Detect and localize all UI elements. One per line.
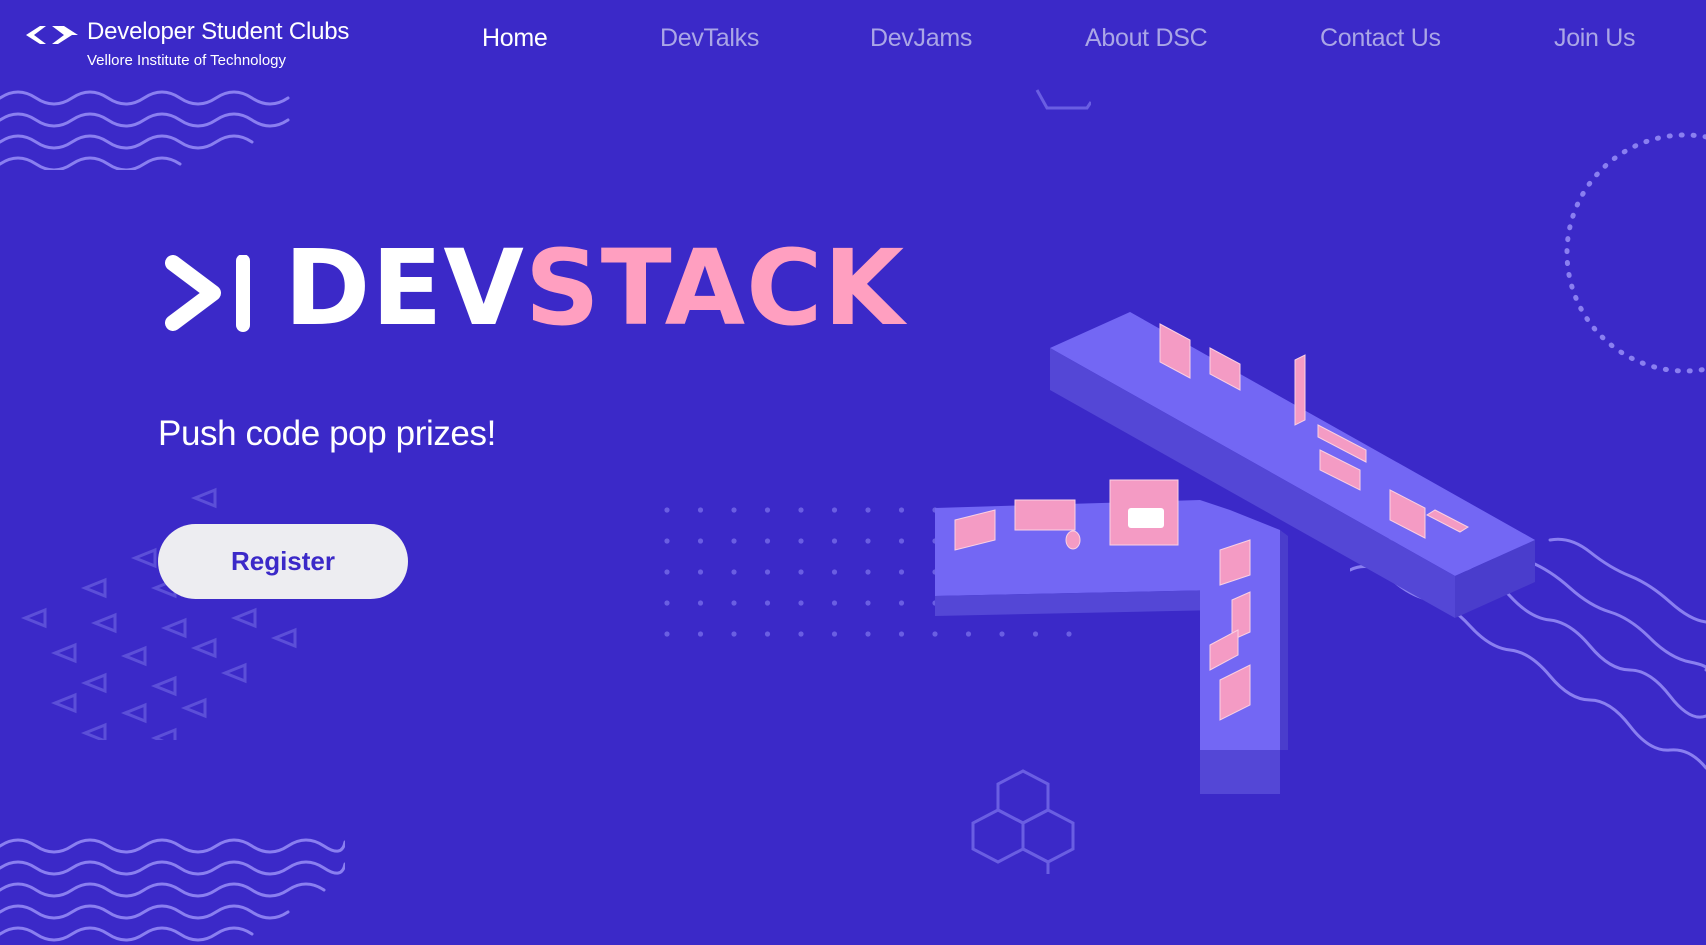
cube-outline-decoration xyxy=(971,769,1075,874)
page: Developer Student Clubs Vellore Institut… xyxy=(0,0,1706,945)
hero-tagline: Push code pop prizes! xyxy=(158,414,496,453)
chevron-outline-decoration xyxy=(1035,89,1091,110)
dot-grid-decoration xyxy=(664,507,1072,637)
nav-devtalks[interactable]: DevTalks xyxy=(660,24,759,53)
nav-contact-us[interactable]: Contact Us xyxy=(1320,24,1441,53)
devstack-wordmark: DEVSTACK xyxy=(284,236,905,340)
devstack-logo: DEVSTACK xyxy=(162,236,922,340)
wave-pattern-bottom-left xyxy=(0,838,345,942)
brand-title: Developer Student Clubs xyxy=(87,18,350,45)
wave-pattern-right xyxy=(1350,530,1706,770)
nav-home[interactable]: Home xyxy=(482,24,548,53)
triangle-pattern-decoration xyxy=(20,487,297,740)
register-button[interactable]: Register xyxy=(158,524,408,599)
code-brackets-icon xyxy=(26,26,78,44)
dotted-circle-decoration xyxy=(1564,132,1706,374)
nav-join-us[interactable]: Join Us xyxy=(1554,24,1636,53)
site-header: Developer Student Clubs Vellore Institut… xyxy=(0,0,1706,90)
nav-about-dsc[interactable]: About DSC xyxy=(1085,24,1208,53)
coding-desk-illustration xyxy=(935,312,1535,794)
nav-devjams[interactable]: DevJams xyxy=(870,24,972,53)
wave-pattern-top-left xyxy=(0,90,290,170)
wordmark-dev: DEV xyxy=(284,227,525,349)
wordmark-stack: STACK xyxy=(524,227,906,349)
terminal-prompt-icon xyxy=(165,255,250,332)
brand-subtitle: Vellore Institute of Technology xyxy=(87,52,287,69)
